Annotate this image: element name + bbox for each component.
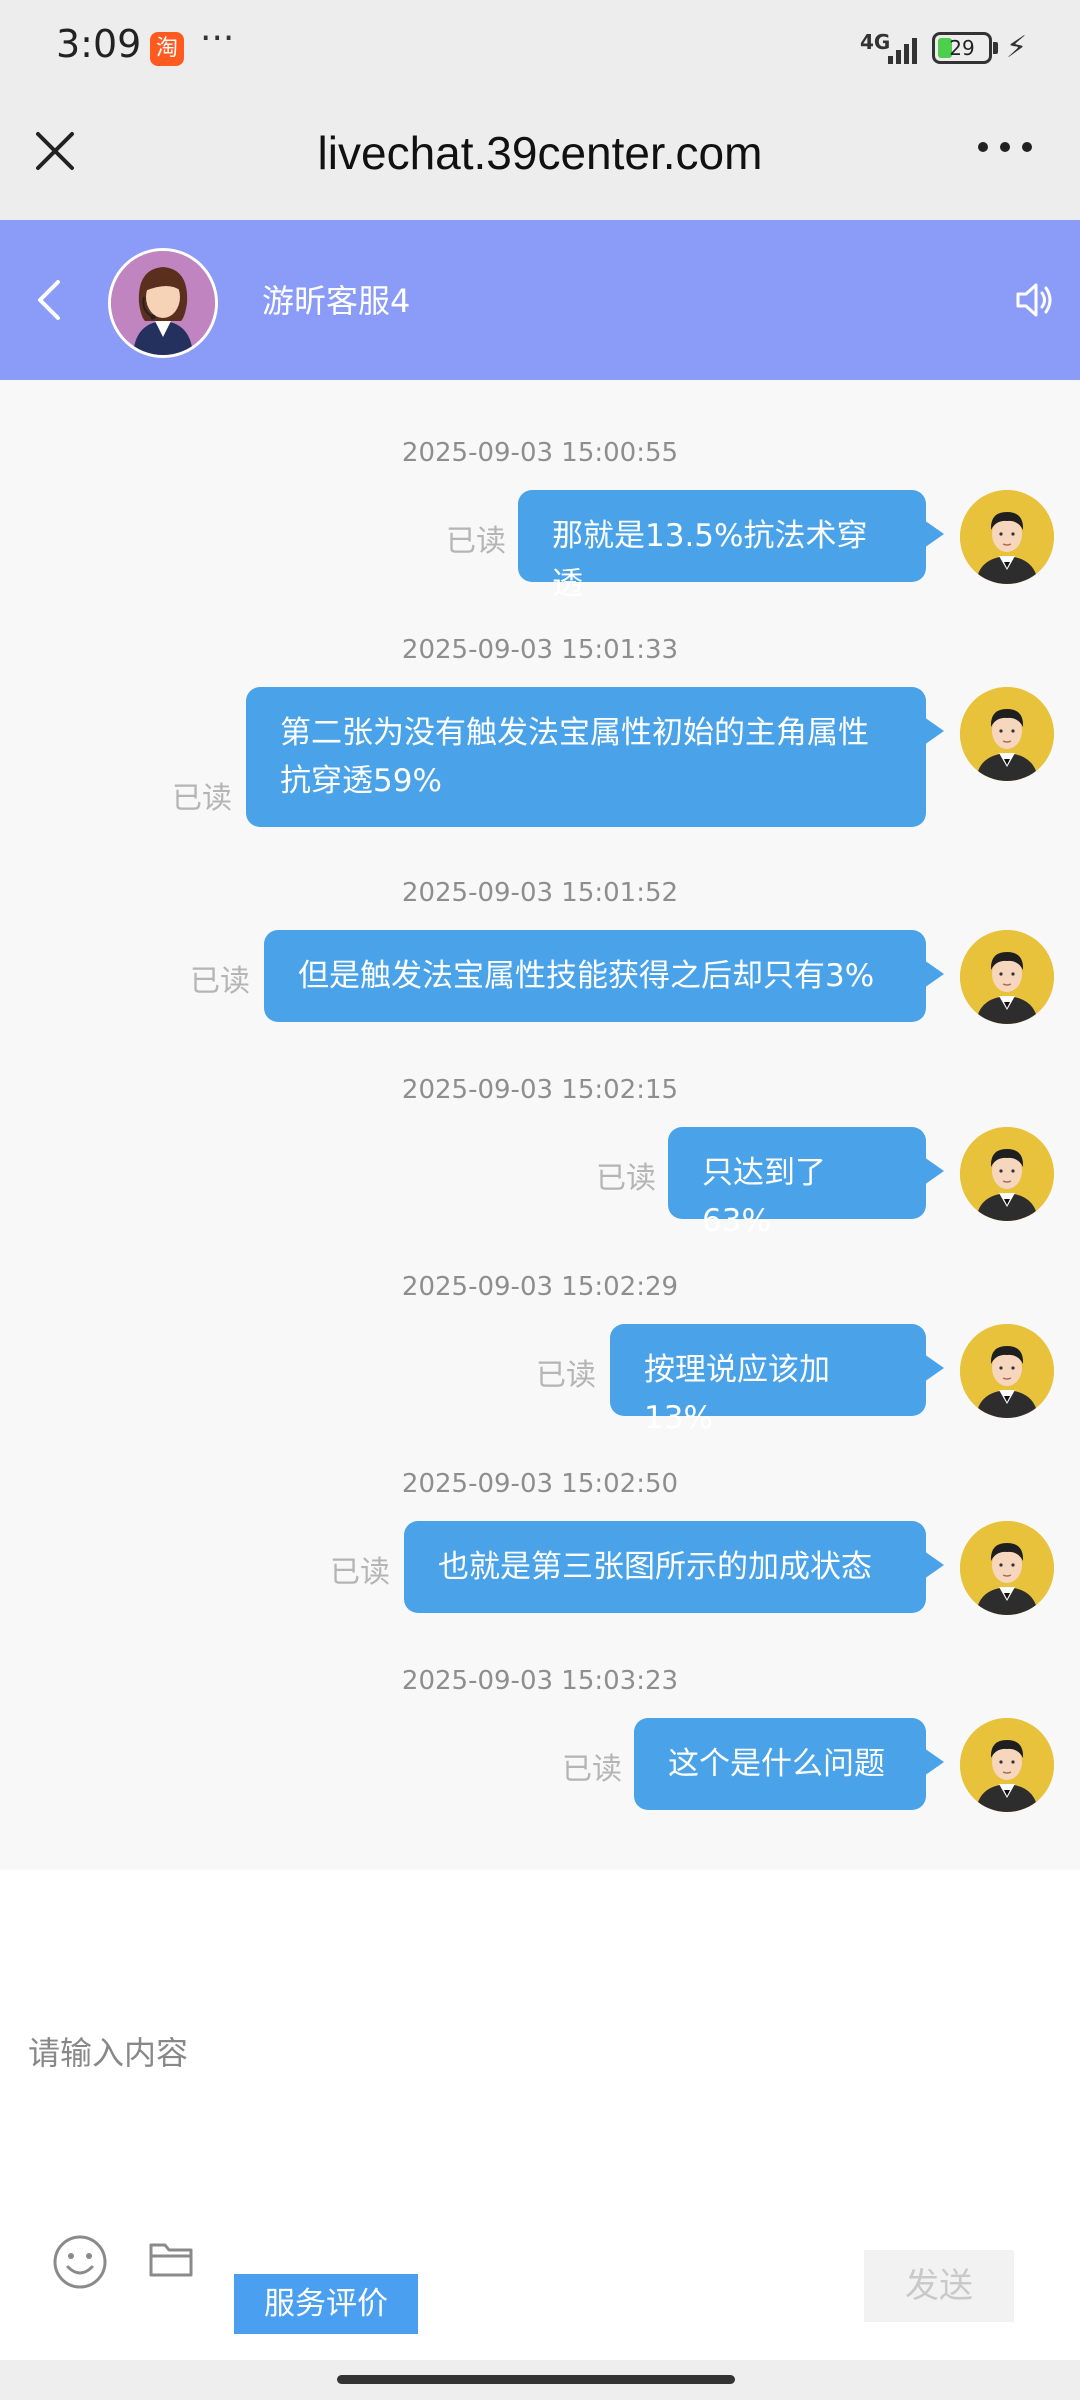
message-bubble[interactable]: 按理说应该加13%	[610, 1324, 944, 1436]
message-timestamp: 2025-09-03 15:03:23	[401, 1666, 679, 1696]
user-avatar	[960, 1127, 1054, 1221]
message-timestamp: 2025-09-03 15:01:52	[401, 878, 679, 908]
message-timestamp: 2025-09-03 15:02:50	[401, 1469, 679, 1499]
read-status: 已读	[596, 1161, 656, 1196]
taobao-app-icon: 淘	[150, 32, 184, 66]
message-timestamp: 2025-09-03 15:01:33	[401, 635, 679, 665]
message-bubble[interactable]: 第二张为没有触发法宝属性初始的主角属性抗穿透59%	[246, 687, 944, 827]
message-timestamp: 2025-09-03 15:00:55	[401, 438, 679, 468]
battery-level: 29	[949, 36, 975, 60]
status-more-indicator: ···	[200, 18, 235, 59]
message-bubble[interactable]: 但是触发法宝属性技能获得之后却只有3%	[264, 930, 944, 1022]
user-avatar	[960, 687, 1054, 781]
agent-name: 游昕客服4	[262, 282, 411, 320]
battery-cap	[993, 42, 998, 54]
more-icon[interactable]	[978, 136, 1032, 156]
message-timestamp: 2025-09-03 15:02:15	[401, 1075, 679, 1105]
message-bubble[interactable]: 也就是第三张图所示的加成状态	[404, 1521, 944, 1613]
read-status: 已读	[330, 1555, 390, 1590]
battery-icon: 29	[932, 32, 992, 64]
message-bubble[interactable]: 只达到了63%	[668, 1127, 944, 1239]
message-list: 2025-09-03 15:00:55 已读 那就是13.5%抗法术穿透 202…	[0, 380, 1080, 1870]
emoji-icon[interactable]	[52, 2234, 108, 2290]
user-avatar	[960, 1718, 1054, 1812]
read-status: 已读	[446, 524, 506, 559]
network-type: 4G	[860, 30, 891, 54]
message-timestamp: 2025-09-03 15:02:29	[401, 1272, 679, 1302]
read-status: 已读	[172, 781, 232, 816]
send-button[interactable]: 发送	[864, 2250, 1014, 2322]
message-bubble[interactable]: 这个是什么问题	[634, 1718, 944, 1810]
charging-icon: ⚡	[1006, 30, 1028, 65]
folder-icon[interactable]	[148, 2238, 194, 2278]
status-time: 3:09	[56, 22, 142, 66]
agent-avatar	[108, 248, 218, 358]
service-rating-button[interactable]: 服务评价	[234, 2274, 418, 2334]
back-icon[interactable]	[30, 272, 70, 328]
signal-icon	[888, 34, 918, 64]
home-indicator[interactable]	[337, 2375, 735, 2384]
read-status: 已读	[536, 1358, 596, 1393]
read-status: 已读	[190, 964, 250, 999]
user-avatar	[960, 490, 1054, 584]
message-input[interactable]: 请输入内容	[28, 2028, 188, 2074]
user-avatar	[960, 1521, 1054, 1615]
chat-header: 游昕客服4	[0, 220, 1080, 380]
gesture-bar	[0, 2360, 1080, 2400]
user-avatar	[960, 1324, 1054, 1418]
user-avatar	[960, 930, 1054, 1024]
sound-icon[interactable]	[1012, 278, 1056, 322]
status-bar: 3:09 淘 ··· 4G 29 ⚡	[0, 0, 1080, 96]
read-status: 已读	[562, 1752, 622, 1787]
page-url-title: livechat.39center.com	[317, 127, 763, 179]
message-bubble[interactable]: 那就是13.5%抗法术穿透	[518, 490, 944, 602]
browser-bar: livechat.39center.com	[0, 96, 1080, 220]
